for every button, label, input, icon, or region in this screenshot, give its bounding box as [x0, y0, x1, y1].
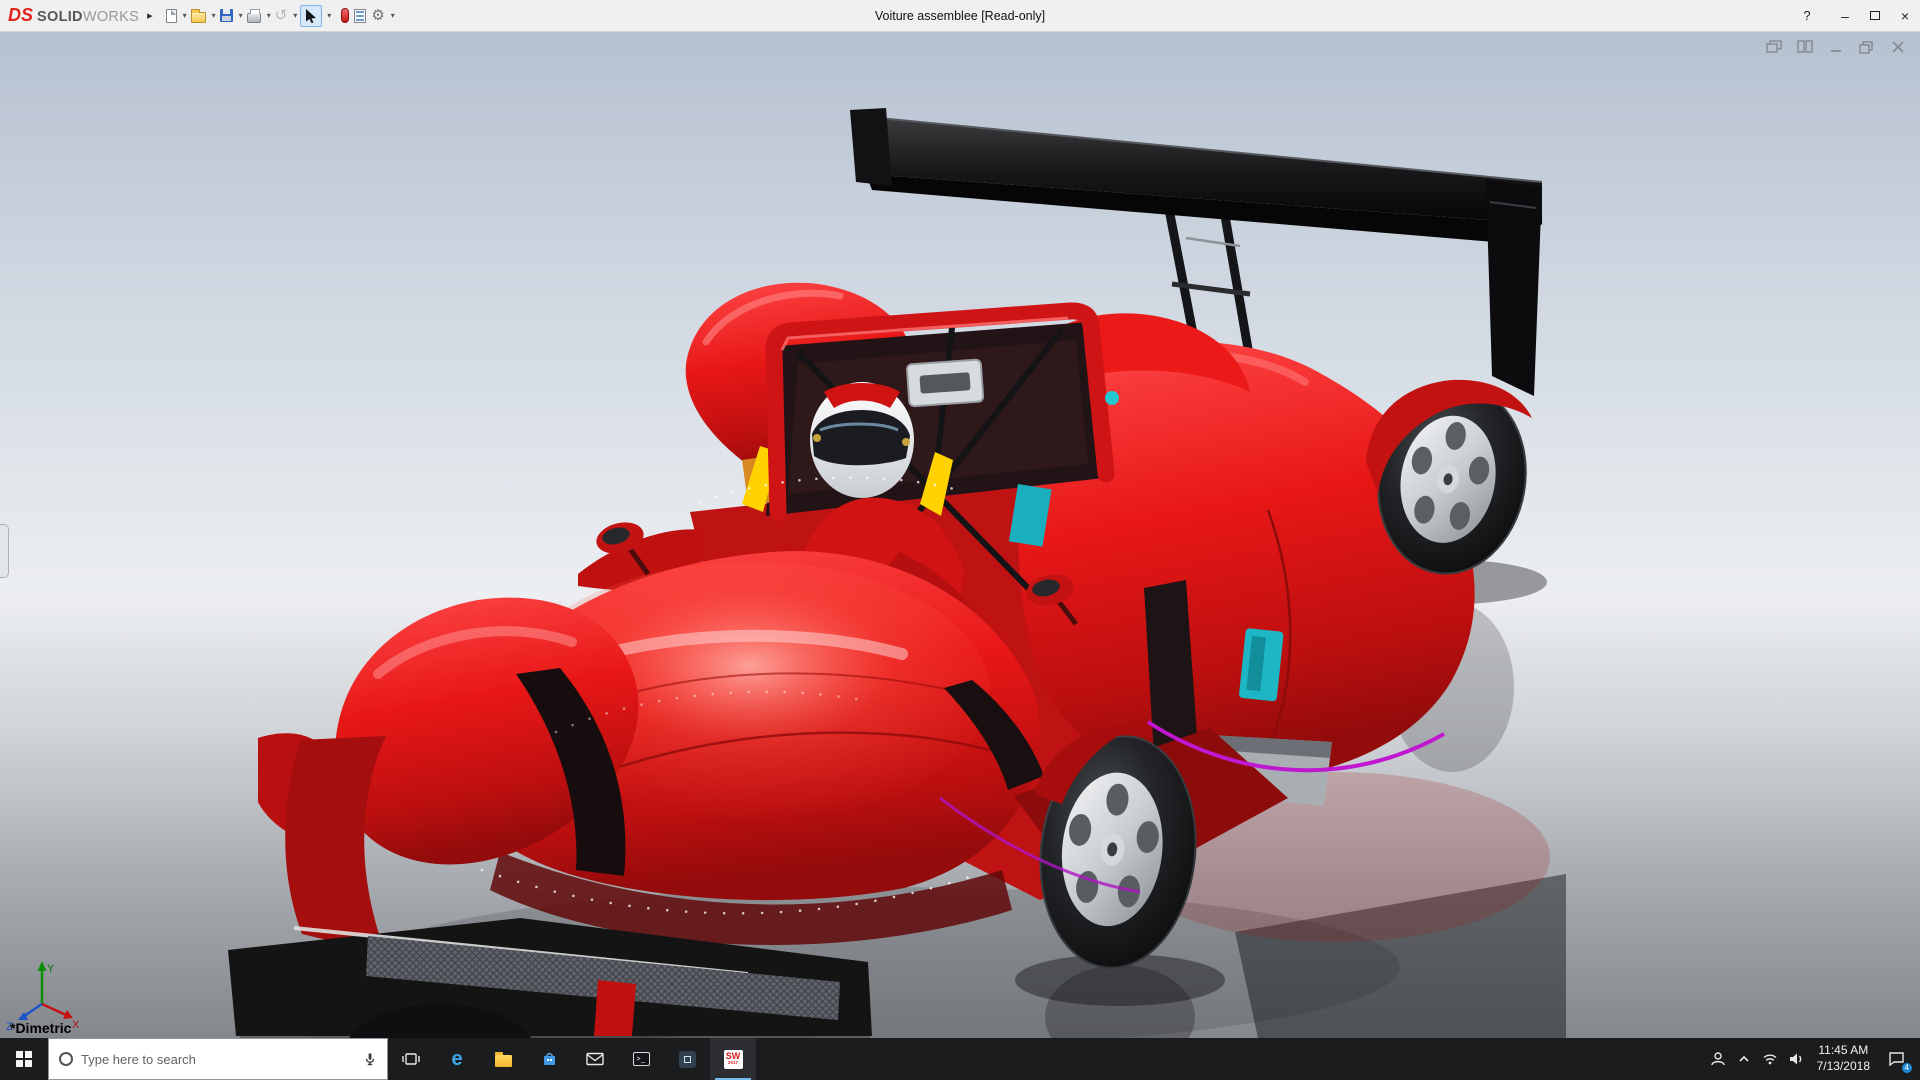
close-button[interactable]: ×	[1890, 0, 1920, 31]
file-explorer-button[interactable]	[480, 1038, 526, 1080]
edge-button[interactable]: e	[434, 1038, 480, 1080]
tray-overflow-button[interactable]	[1731, 1038, 1757, 1080]
volume-button[interactable]	[1783, 1038, 1809, 1080]
view-orientation-label: *Dimetric	[10, 1020, 71, 1036]
wifi-icon	[1762, 1051, 1778, 1067]
task-view-icon	[402, 1051, 420, 1067]
mail-button[interactable]	[572, 1038, 618, 1080]
window-title: Voiture assemblee [Read-only]	[875, 9, 1045, 23]
save-dropdown[interactable]: ▾	[239, 11, 243, 20]
file-properties-button[interactable]	[353, 7, 367, 25]
clock-date: 7/13/2018	[1817, 1059, 1870, 1075]
undo-dropdown[interactable]: ▾	[293, 11, 297, 20]
doc-close-icon[interactable]	[1890, 40, 1906, 54]
graphics-viewport[interactable]: Y X Z *Dimetric	[0, 32, 1920, 1038]
maximize-button[interactable]	[1860, 0, 1890, 31]
print-icon	[247, 13, 261, 23]
file-explorer-icon	[495, 1055, 512, 1067]
microphone-icon[interactable]	[363, 1052, 377, 1066]
new-document-dropdown[interactable]: ▾	[183, 11, 187, 20]
rebuild-icon	[341, 8, 349, 23]
options-dropdown[interactable]: ▾	[391, 11, 395, 20]
doc-restore-icon[interactable]	[1859, 40, 1875, 54]
people-icon	[1710, 1051, 1726, 1067]
logo-works-text: WORKS	[83, 9, 139, 25]
edge-icon: e	[451, 1049, 462, 1069]
save-button[interactable]	[219, 7, 234, 24]
network-button[interactable]	[1757, 1038, 1783, 1080]
chevron-up-icon	[1737, 1052, 1751, 1066]
dark-app-icon	[679, 1051, 696, 1068]
windows-logo-icon	[16, 1051, 32, 1067]
file-properties-icon	[354, 9, 366, 23]
solidworks-taskbar-button[interactable]: SW 2017	[710, 1038, 756, 1080]
new-document-button[interactable]	[165, 7, 178, 25]
people-button[interactable]	[1705, 1038, 1731, 1080]
taskbar-search[interactable]	[48, 1038, 388, 1080]
mail-icon	[586, 1052, 604, 1066]
print-button[interactable]	[246, 7, 262, 25]
windscreen-vent	[907, 359, 984, 406]
store-button[interactable]	[526, 1038, 572, 1080]
document-window-controls	[1766, 40, 1906, 54]
command-prompt-button[interactable]: >_	[618, 1038, 664, 1080]
options-button[interactable]: ⚙	[370, 6, 385, 25]
logo-solid-text: SOLID	[37, 9, 83, 25]
gear-icon: ⚙	[371, 8, 384, 23]
visor	[812, 410, 910, 465]
select-tool-button[interactable]	[300, 5, 322, 27]
select-dropdown[interactable]: ▾	[327, 11, 331, 20]
feature-panel-handle[interactable]	[0, 524, 9, 578]
system-tray: 11:45 AM 7/13/2018 4	[1705, 1038, 1920, 1080]
cascade-window-icon[interactable]	[1766, 40, 1782, 54]
rebuild-button[interactable]	[340, 6, 350, 25]
dassault-logo-icon: DS	[8, 5, 33, 26]
menu-flyout-icon[interactable]: ▸	[147, 9, 153, 22]
doc-minimize-icon[interactable]	[1828, 40, 1844, 54]
command-prompt-icon: >_	[633, 1052, 650, 1066]
window-controls: ? – ×	[1792, 0, 1920, 31]
maximize-icon	[1870, 11, 1880, 20]
search-input[interactable]	[81, 1052, 355, 1067]
windows-taskbar: e >_ SW 2017	[0, 1038, 1920, 1080]
title-bar: DS SOLID WORKS ▸ ▾ ▾ ▾ ▾ ↺ ▾ ▾ ⚙ ▾ Voitu…	[0, 0, 1920, 32]
cortana-icon	[59, 1052, 73, 1066]
open-button[interactable]	[190, 7, 207, 25]
clock-time: 11:45 AM	[1818, 1043, 1868, 1059]
taskbar-clock[interactable]: 11:45 AM 7/13/2018	[1809, 1043, 1878, 1074]
dark-app-button[interactable]	[664, 1038, 710, 1080]
task-view-button[interactable]	[388, 1038, 434, 1080]
solidworks-logo: DS SOLID WORKS	[8, 5, 139, 26]
undo-icon: ↺	[275, 8, 288, 23]
undo-button[interactable]: ↺	[274, 6, 289, 25]
open-folder-icon	[191, 12, 206, 23]
store-icon	[541, 1051, 558, 1067]
3d-scene[interactable]: Y X Z	[0, 32, 1920, 1038]
save-icon	[220, 9, 233, 22]
print-dropdown[interactable]: ▾	[267, 11, 271, 20]
axis-x-label: X	[72, 1019, 80, 1031]
volume-icon	[1788, 1051, 1804, 1067]
notification-badge: 4	[1902, 1063, 1912, 1073]
start-button[interactable]	[0, 1038, 48, 1080]
open-dropdown[interactable]: ▾	[212, 11, 216, 20]
select-cursor-icon	[305, 9, 317, 23]
axis-y-label: Y	[47, 963, 55, 975]
tile-window-icon[interactable]	[1797, 40, 1813, 54]
new-document-icon	[166, 9, 177, 23]
help-button[interactable]: ?	[1792, 0, 1822, 31]
minimize-button[interactable]: –	[1830, 0, 1860, 31]
action-center-button[interactable]: 4	[1878, 1038, 1914, 1080]
quick-access-toolbar: ▾ ▾ ▾ ▾ ↺ ▾ ▾ ⚙ ▾	[165, 5, 395, 27]
solidworks-app-icon: SW 2017	[724, 1050, 743, 1069]
